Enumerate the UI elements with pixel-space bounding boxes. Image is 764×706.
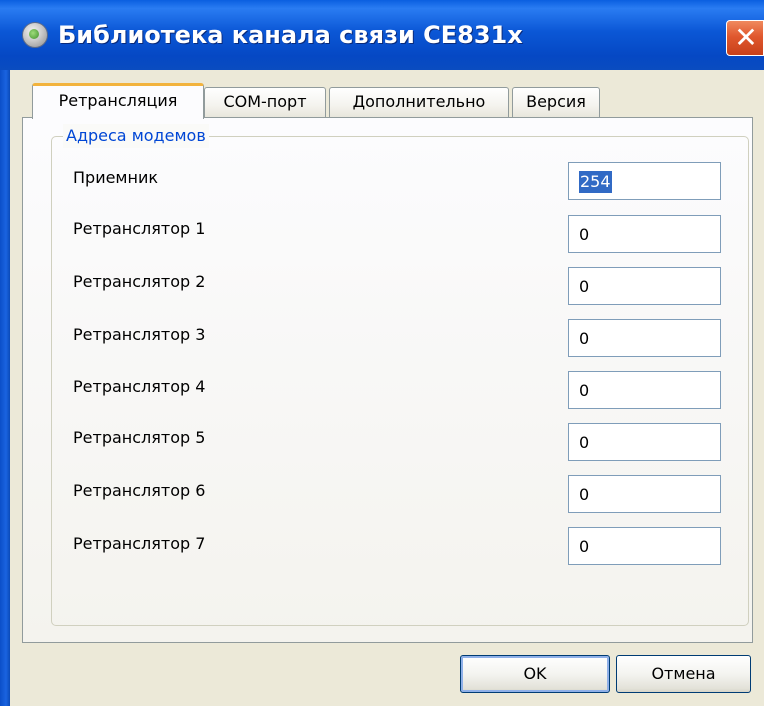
tab-com-port[interactable]: COM-порт (204, 87, 326, 117)
window-left-border (0, 70, 10, 706)
relay-2-label: Ретранслятор 2 (73, 272, 206, 291)
receiver-value-selected: 254 (579, 171, 612, 193)
relay-4-label: Ретранслятор 4 (73, 377, 206, 396)
dialog-window: Библиотека канала связи CE831x ✕ Ретранс… (0, 0, 764, 706)
relay-5-label: Ретранслятор 5 (73, 428, 206, 447)
relay-6-input[interactable] (568, 475, 721, 513)
app-icon[interactable] (22, 22, 48, 48)
receiver-label: Приемник (73, 168, 159, 187)
relay-2-input[interactable] (568, 267, 721, 305)
receiver-input[interactable]: 254 (568, 162, 721, 200)
tab-retranslation[interactable]: Ретрансляция (32, 83, 204, 119)
ok-button[interactable]: OK (460, 655, 610, 693)
relay-3-input[interactable] (568, 319, 721, 357)
title-bar[interactable]: Библиотека канала связи CE831x ✕ (0, 0, 764, 70)
tab-version[interactable]: Версия (512, 87, 600, 117)
relay-4-input[interactable] (568, 371, 721, 409)
relay-1-label: Ретранслятор 1 (73, 219, 206, 238)
relay-7-input[interactable] (568, 527, 721, 565)
window-title: Библиотека канала связи CE831x (58, 21, 523, 49)
relay-6-label: Ретранслятор 6 (73, 481, 206, 500)
relay-7-label: Ретранслятор 7 (73, 534, 206, 553)
close-icon: ✕ (734, 21, 758, 54)
relay-3-label: Ретранслятор 3 (73, 325, 206, 344)
close-button[interactable]: ✕ (726, 20, 764, 56)
relay-1-input[interactable] (568, 215, 721, 253)
cancel-button[interactable]: Отмена (616, 655, 751, 693)
tab-additional[interactable]: Дополнительно (329, 87, 509, 117)
group-title: Адреса модемов (63, 124, 209, 148)
relay-5-input[interactable] (568, 423, 721, 461)
